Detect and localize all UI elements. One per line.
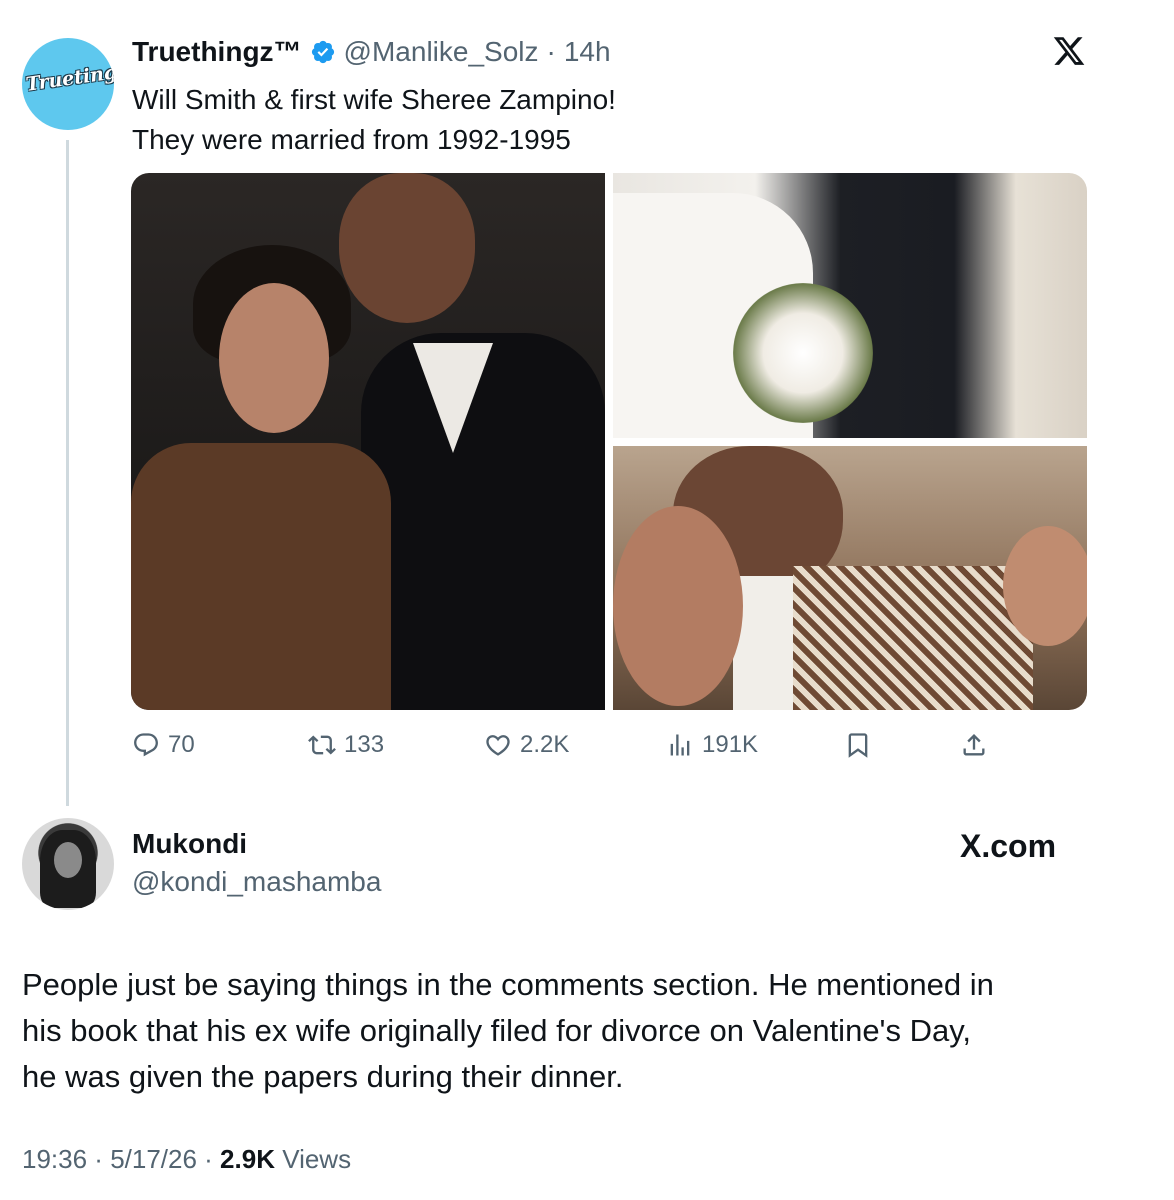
reply-count: 70 bbox=[168, 731, 195, 758]
mukondi-avatar[interactable] bbox=[22, 818, 114, 910]
screenshot-page: Truetingz Truethingz™ @Manlike_Solz · 14… bbox=[0, 0, 1174, 1200]
meta-views-count[interactable]: 2.9K bbox=[220, 1144, 275, 1174]
views-count: 191K bbox=[702, 731, 759, 758]
avatar-logo-text: Truetingz bbox=[24, 59, 114, 96]
truethingz-avatar[interactable]: Truetingz bbox=[22, 38, 114, 130]
meta-views-label: Views bbox=[274, 1144, 352, 1174]
share-icon bbox=[963, 734, 985, 756]
bookmark-button[interactable] bbox=[844, 731, 872, 759]
avatar-shape bbox=[54, 842, 82, 878]
reply-handle[interactable]: @kondi_mashamba bbox=[132, 866, 381, 898]
photo-shape bbox=[339, 173, 475, 323]
photo-shape bbox=[733, 283, 873, 423]
reply-text-line-2: his book that his ex wife originally fil… bbox=[22, 1013, 972, 1048]
tweet-meta: 19:36 · 5/17/26 · 2.9K Views bbox=[22, 1144, 351, 1175]
reply-display-name[interactable]: Mukondi bbox=[132, 828, 247, 860]
quoted-text-line-2: They were married from 1992-1995 bbox=[132, 124, 571, 155]
quoted-display-name[interactable]: Truethingz™ bbox=[132, 36, 302, 68]
thread-connector-line bbox=[66, 140, 69, 806]
quoted-tweet-header: Truethingz™ @Manlike_Solz · 14h bbox=[132, 34, 611, 70]
reply-button[interactable]: 70 bbox=[132, 731, 195, 759]
meta-separator: · bbox=[196, 1144, 221, 1174]
reply-text-line-1: People just be saying things in the comm… bbox=[22, 967, 994, 1002]
photo-shape bbox=[219, 283, 329, 433]
reply-text-line-3: he was given the papers during their din… bbox=[22, 1059, 624, 1094]
views-button[interactable]: 191K bbox=[666, 731, 758, 759]
photo-family-with-baby[interactable] bbox=[613, 446, 1087, 710]
tweet-action-bar: 70 133 2.2K 191K bbox=[132, 727, 992, 767]
heart-icon bbox=[486, 735, 510, 756]
like-count: 2.2K bbox=[520, 731, 570, 758]
photo-shape bbox=[131, 443, 391, 710]
bookmark-icon bbox=[848, 733, 868, 758]
photo-shape bbox=[793, 566, 1033, 710]
repost-count: 133 bbox=[344, 731, 385, 758]
photo-shape bbox=[1003, 526, 1087, 646]
share-button[interactable] bbox=[960, 731, 988, 759]
header-separator: · bbox=[546, 36, 556, 67]
verified-badge-icon bbox=[311, 40, 334, 64]
repost-icon bbox=[308, 735, 336, 755]
photo-shape bbox=[361, 333, 605, 710]
x-logo-icon[interactable] bbox=[1052, 34, 1086, 68]
views-bar-icon bbox=[670, 734, 690, 756]
quoted-timestamp[interactable]: 14h bbox=[564, 36, 611, 68]
quoted-handle[interactable]: @Manlike_Solz bbox=[344, 36, 539, 68]
reply-bubble-icon bbox=[134, 733, 158, 757]
reply-tweet-text: People just be saying things in the comm… bbox=[22, 962, 1152, 1100]
photo-wedding[interactable] bbox=[613, 173, 1087, 438]
meta-time[interactable]: 19:36 bbox=[22, 1144, 87, 1174]
quoted-tweet-text: Will Smith & first wife Sheree Zampino! … bbox=[132, 80, 616, 160]
photo-couple-event[interactable] bbox=[131, 173, 605, 710]
meta-separator: · bbox=[87, 1144, 111, 1174]
like-button[interactable]: 2.2K bbox=[484, 731, 569, 759]
quoted-text-line-1: Will Smith & first wife Sheree Zampino! bbox=[132, 84, 616, 115]
media-grid bbox=[131, 173, 1087, 710]
repost-button[interactable]: 133 bbox=[308, 731, 384, 759]
x-com-watermark: X.com bbox=[960, 828, 1057, 864]
meta-date[interactable]: 5/17/26 bbox=[110, 1144, 197, 1174]
photo-shape bbox=[613, 506, 743, 706]
